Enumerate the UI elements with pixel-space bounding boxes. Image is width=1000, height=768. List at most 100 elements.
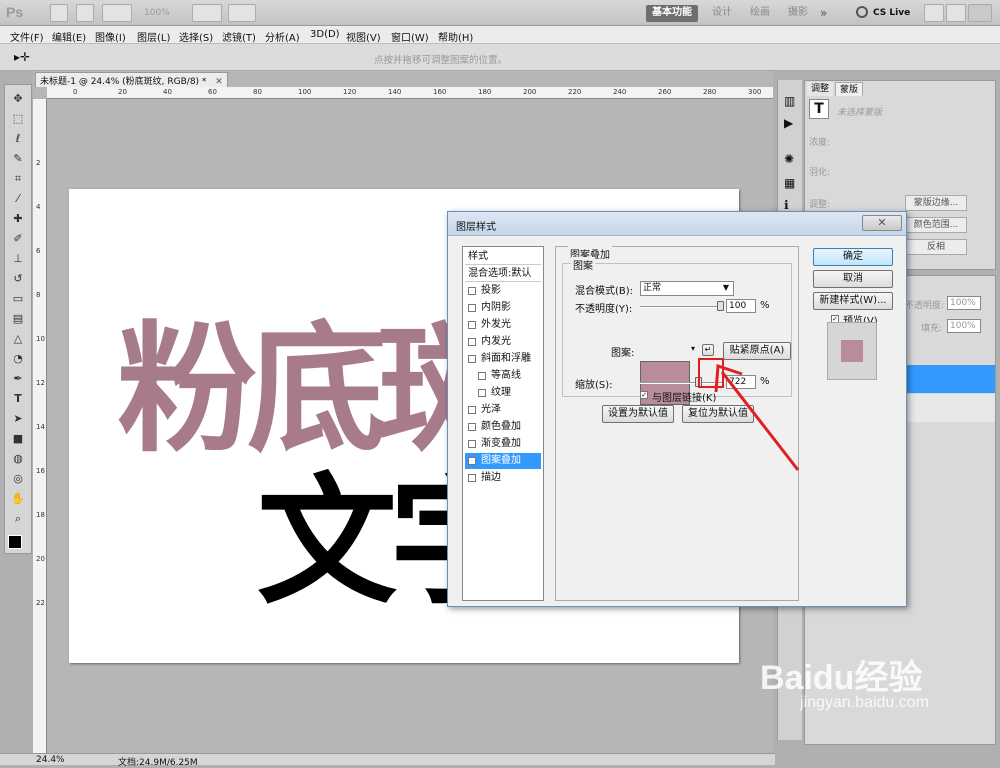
- 3d-rotate-tool-icon[interactable]: ◍: [8, 451, 28, 467]
- dialog-title-bar[interactable]: 图层样式 ✕: [448, 212, 906, 236]
- snap-origin-button[interactable]: 贴紧原点(A): [723, 342, 791, 360]
- history-panel-icon[interactable]: ▥: [784, 94, 795, 108]
- view-extras-button[interactable]: [102, 4, 132, 22]
- set-default-button[interactable]: 设置为默认值: [602, 405, 674, 423]
- workspace-design[interactable]: 设计: [706, 5, 738, 22]
- marquee-tool-icon[interactable]: ⬚: [8, 111, 28, 127]
- menu-analysis[interactable]: 分析(A): [265, 29, 300, 44]
- new-style-button[interactable]: 新建样式(W)...: [813, 292, 893, 310]
- menu-3d[interactable]: 3D(D): [310, 29, 340, 40]
- style-item[interactable]: 投影: [465, 283, 541, 299]
- blur-tool-icon[interactable]: △: [8, 331, 28, 347]
- bridge-button[interactable]: [50, 4, 68, 22]
- workspace-painting[interactable]: 绘画: [744, 5, 776, 22]
- actions-panel-icon[interactable]: ▶: [784, 116, 793, 130]
- opacity-field[interactable]: 100: [726, 299, 756, 313]
- opacity-slider[interactable]: [640, 301, 724, 311]
- stamp-tool-icon[interactable]: ⊥: [8, 251, 28, 267]
- style-item[interactable]: ✓ 图案叠加: [465, 453, 541, 469]
- selected-layer-row[interactable]: [905, 365, 995, 393]
- invert-button[interactable]: 反相: [905, 239, 967, 255]
- zoom-level[interactable]: 100%: [144, 8, 170, 18]
- close-app-button[interactable]: [968, 4, 992, 22]
- style-item-checkbox[interactable]: [468, 338, 476, 346]
- color-panel-icon[interactable]: ✺: [784, 152, 794, 166]
- style-item[interactable]: 渐变叠加: [465, 436, 541, 452]
- style-item-checkbox[interactable]: [468, 287, 476, 295]
- eyedropper-tool-icon[interactable]: ⁄: [8, 191, 28, 207]
- hand-tool-icon[interactable]: ✋: [8, 491, 28, 507]
- lasso-tool-icon[interactable]: ℓ: [8, 131, 28, 147]
- style-item[interactable]: 等高线: [465, 368, 541, 384]
- quick-select-tool-icon[interactable]: ✎: [8, 151, 28, 167]
- color-range-button[interactable]: 颜色范围...: [905, 217, 967, 233]
- dodge-tool-icon[interactable]: ◔: [8, 351, 28, 367]
- tab-masks[interactable]: 蒙版: [835, 82, 864, 96]
- foreground-color-swatch[interactable]: [8, 535, 22, 549]
- path-select-tool-icon[interactable]: ➤: [8, 411, 28, 427]
- dialog-close-button[interactable]: ✕: [862, 215, 902, 231]
- menu-layer[interactable]: 图层(L): [137, 29, 170, 44]
- workspace-photography[interactable]: 摄影: [782, 5, 814, 22]
- style-item[interactable]: 内发光: [465, 334, 541, 350]
- menu-image[interactable]: 图像(I): [95, 29, 126, 44]
- pen-tool-icon[interactable]: ✒: [8, 371, 28, 387]
- new-preset-icon[interactable]: ↵: [702, 344, 714, 356]
- opacity-slider-thumb[interactable]: [717, 301, 724, 311]
- status-zoom[interactable]: 24.4%: [36, 755, 65, 765]
- style-item[interactable]: 内阴影: [465, 300, 541, 316]
- style-item-checkbox[interactable]: [468, 355, 476, 363]
- link-with-layer-checkbox[interactable]: ✓: [640, 391, 648, 399]
- restore-button[interactable]: [946, 4, 966, 22]
- menu-edit[interactable]: 编辑(E): [52, 29, 86, 44]
- healing-brush-tool-icon[interactable]: ✚: [8, 211, 28, 227]
- info-panel-icon[interactable]: ℹ: [784, 198, 789, 212]
- crop-tool-icon[interactable]: ⌗: [8, 171, 28, 187]
- menu-help[interactable]: 帮助(H): [438, 29, 473, 44]
- style-item-checkbox[interactable]: [468, 406, 476, 414]
- style-item-checkbox[interactable]: ✓: [468, 457, 476, 465]
- style-item-checkbox[interactable]: [478, 372, 486, 380]
- cs-live-label[interactable]: CS Live: [873, 8, 910, 18]
- mask-edge-button[interactable]: 蒙版边缘...: [905, 195, 967, 211]
- move-tool-icon[interactable]: ▸✛: [14, 50, 30, 64]
- blend-options-item[interactable]: 混合选项:默认: [465, 266, 541, 282]
- style-item-checkbox[interactable]: [478, 389, 486, 397]
- close-tab-icon[interactable]: ✕: [215, 77, 223, 87]
- history-brush-tool-icon[interactable]: ↺: [8, 271, 28, 287]
- workspace-essentials[interactable]: 基本功能: [646, 5, 698, 22]
- menu-view[interactable]: 视图(V): [346, 29, 381, 44]
- menu-file[interactable]: 文件(F): [10, 29, 44, 44]
- style-item[interactable]: 颜色叠加: [465, 419, 541, 435]
- type-tool-icon[interactable]: T: [8, 391, 28, 407]
- layer-opacity-field[interactable]: 100%: [947, 296, 981, 310]
- style-item-checkbox[interactable]: [468, 474, 476, 482]
- brush-tool-icon[interactable]: ✐: [8, 231, 28, 247]
- tab-adjustments[interactable]: 调整: [807, 82, 834, 96]
- more-workspaces-icon[interactable]: »: [820, 6, 827, 20]
- menu-window[interactable]: 窗口(W): [391, 29, 429, 44]
- cancel-button[interactable]: 取消: [813, 270, 893, 288]
- style-item[interactable]: 光泽: [465, 402, 541, 418]
- pattern-dropdown-icon[interactable]: ▾: [691, 344, 695, 353]
- styles-header[interactable]: 样式: [465, 249, 541, 265]
- gradient-tool-icon[interactable]: ▤: [8, 311, 28, 327]
- screen-mode-button[interactable]: [228, 4, 256, 22]
- document-tab[interactable]: 未标题-1 @ 24.4% (粉底斑纹, RGB/8) * ✕: [35, 72, 228, 87]
- blend-mode-select[interactable]: 正常 ▼: [640, 281, 734, 296]
- style-item[interactable]: 外发光: [465, 317, 541, 333]
- ok-button[interactable]: 确定: [813, 248, 893, 266]
- layer-fill-field[interactable]: 100%: [947, 319, 981, 333]
- style-item-checkbox[interactable]: [468, 440, 476, 448]
- mini-bridge-button[interactable]: [76, 4, 94, 22]
- menu-filter[interactable]: 滤镜(T): [222, 29, 256, 44]
- style-item-checkbox[interactable]: [468, 304, 476, 312]
- eraser-tool-icon[interactable]: ▭: [8, 291, 28, 307]
- arrange-documents-button[interactable]: [192, 4, 222, 22]
- style-item[interactable]: 描边: [465, 470, 541, 486]
- zoom-tool-icon[interactable]: ⌕: [8, 511, 28, 527]
- style-item-checkbox[interactable]: [468, 321, 476, 329]
- style-item[interactable]: 斜面和浮雕: [465, 351, 541, 367]
- move-tool-icon[interactable]: ✥: [8, 91, 28, 107]
- menu-select[interactable]: 选择(S): [179, 29, 213, 44]
